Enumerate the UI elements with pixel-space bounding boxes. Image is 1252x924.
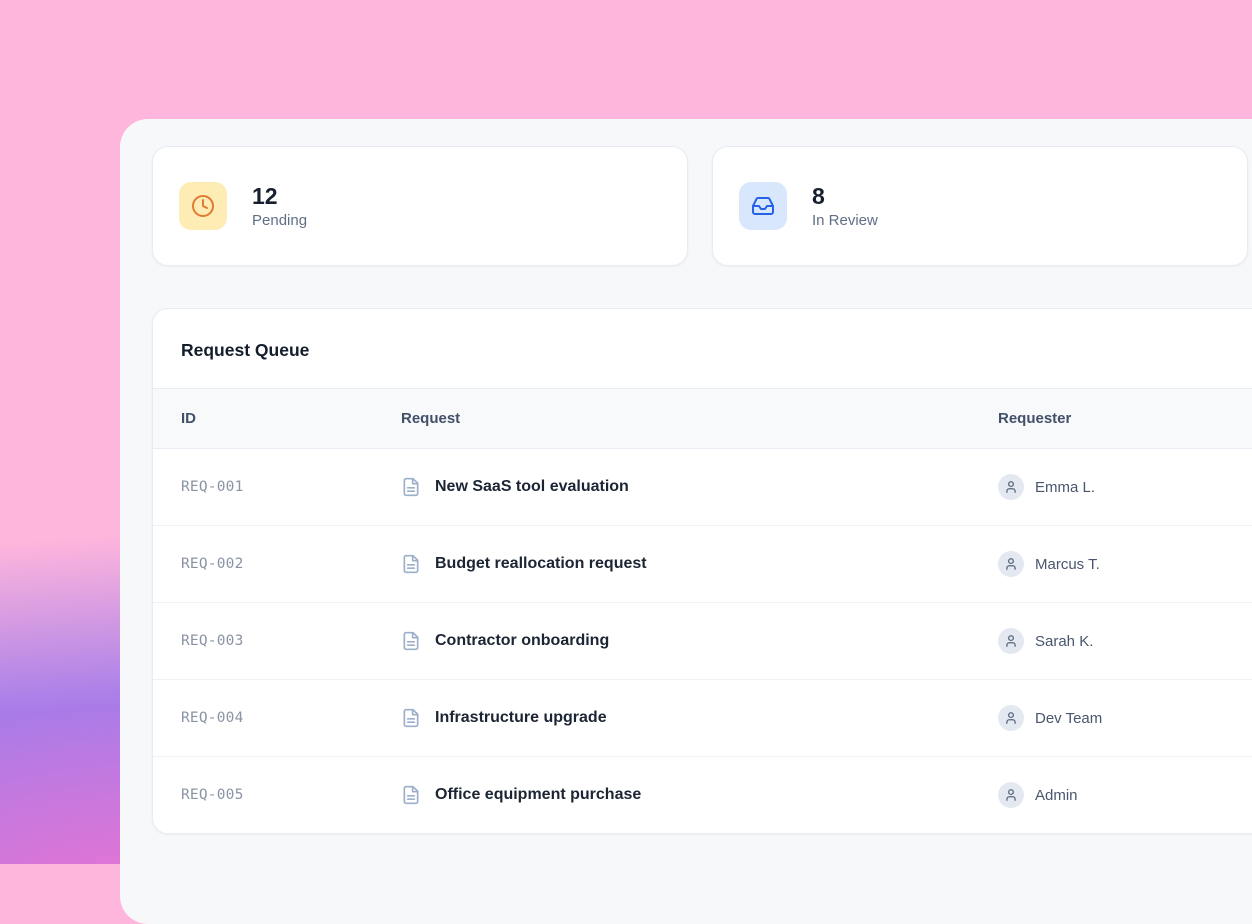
- in-review-count: 8: [812, 183, 878, 209]
- requester-cell: Dev Team: [998, 705, 1252, 731]
- avatar: [998, 782, 1024, 808]
- request-id: REQ-002: [181, 556, 401, 572]
- requester-name: Sarah K.: [1035, 633, 1093, 650]
- file-text-icon: [401, 554, 421, 574]
- stat-text: 8 In Review: [812, 183, 878, 229]
- table-row[interactable]: REQ-001 New SaaS tool evaluation Emma L.: [153, 449, 1252, 526]
- requester-cell: Admin: [998, 782, 1252, 808]
- pending-label: Pending: [252, 212, 307, 229]
- avatar: [998, 551, 1024, 577]
- request-title: Office equipment purchase: [435, 786, 641, 804]
- column-header-request: Request: [401, 410, 998, 427]
- requester-cell: Sarah K.: [998, 628, 1252, 654]
- request-id: REQ-005: [181, 787, 401, 803]
- request-title: Budget reallocation request: [435, 555, 647, 573]
- table-header-row: ID Request Requester: [153, 388, 1252, 449]
- request-id: REQ-001: [181, 479, 401, 495]
- column-header-id: ID: [181, 410, 401, 427]
- dashboard-screen: { "stats": [ { "value": "12", "label": "…: [0, 0, 1252, 864]
- request-cell: Contractor onboarding: [401, 631, 998, 651]
- clock-icon: [179, 182, 227, 230]
- file-text-icon: [401, 785, 421, 805]
- column-header-requester: Requester: [998, 410, 1252, 427]
- avatar: [998, 705, 1024, 731]
- request-cell: Infrastructure upgrade: [401, 708, 998, 728]
- requester-name: Emma L.: [1035, 479, 1095, 496]
- stat-text: 12 Pending: [252, 183, 307, 229]
- requester-cell: Emma L.: [998, 474, 1252, 500]
- stat-card-in-review: 8 In Review: [712, 146, 1248, 266]
- avatar: [998, 474, 1024, 500]
- request-queue-card: Request Queue ID Request Requester REQ-0…: [152, 308, 1252, 834]
- table-row[interactable]: REQ-004 Infrastructure upgrade Dev Team: [153, 680, 1252, 757]
- request-title: Contractor onboarding: [435, 632, 609, 650]
- avatar: [998, 628, 1024, 654]
- file-text-icon: [401, 708, 421, 728]
- stat-card-pending: 12 Pending: [152, 146, 688, 266]
- request-id: REQ-004: [181, 710, 401, 726]
- file-text-icon: [401, 631, 421, 651]
- request-cell: New SaaS tool evaluation: [401, 477, 998, 497]
- requester-name: Marcus T.: [1035, 556, 1100, 573]
- table-row[interactable]: REQ-003 Contractor onboarding Sarah K.: [153, 603, 1252, 680]
- request-title: Infrastructure upgrade: [435, 709, 607, 727]
- inbox-icon: [739, 182, 787, 230]
- file-text-icon: [401, 477, 421, 497]
- table-row[interactable]: REQ-005 Office equipment purchase Admin: [153, 757, 1252, 833]
- main-panel: 12 Pending 8 In Review Request Queue ID …: [120, 119, 1252, 924]
- pending-count: 12: [252, 183, 307, 209]
- request-cell: Budget reallocation request: [401, 554, 998, 574]
- request-title: New SaaS tool evaluation: [435, 478, 629, 496]
- in-review-label: In Review: [812, 212, 878, 229]
- request-cell: Office equipment purchase: [401, 785, 998, 805]
- requester-name: Admin: [1035, 787, 1078, 804]
- requester-name: Dev Team: [1035, 710, 1102, 727]
- table-row[interactable]: REQ-002 Budget reallocation request Marc…: [153, 526, 1252, 603]
- queue-title: Request Queue: [153, 309, 1252, 388]
- stats-row: 12 Pending 8 In Review: [152, 146, 1252, 266]
- requester-cell: Marcus T.: [998, 551, 1252, 577]
- request-id: REQ-003: [181, 633, 401, 649]
